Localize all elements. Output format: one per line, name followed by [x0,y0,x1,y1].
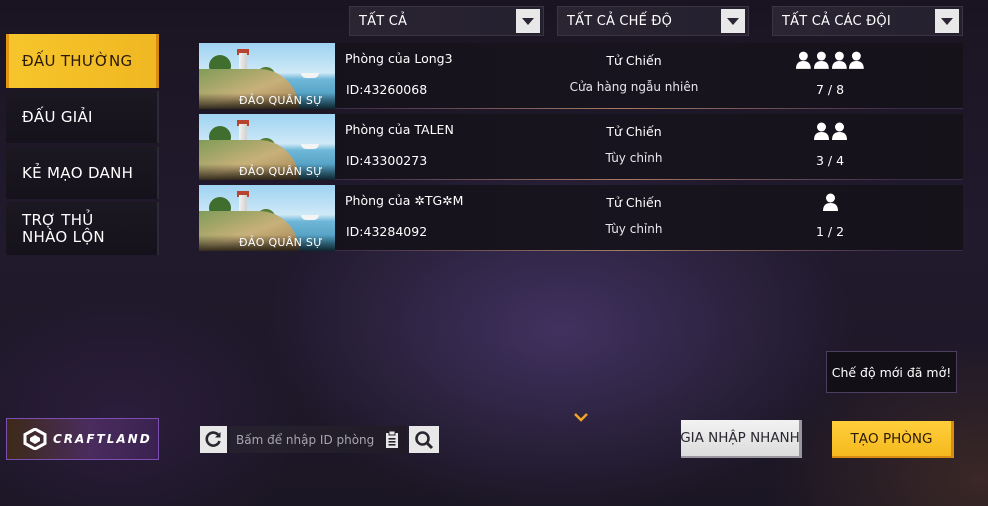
dropdown-arrow-icon[interactable] [721,9,745,33]
search-icon [415,430,434,449]
map-thumbnail: ĐẢO QUÂN SỰ [199,43,335,109]
person-icon [831,122,847,140]
room-setting: Cửa hàng ngẫu nhiên [569,80,699,94]
room-setting: Tùy chỉnh [605,222,663,236]
quick-join-button[interactable]: GIA NHẬP NHANH [680,420,802,458]
filter-all-dropdown[interactable]: TẤT CẢ [349,6,544,36]
sidebar-item-label: TRỢ THỦ NHÀO LỘN [22,210,105,246]
filter-all-label: TẤT CẢ [359,13,408,29]
new-mode-tooltip: Chế độ mới đã mở! [826,351,957,393]
players-icons [795,193,865,213]
search-button[interactable] [409,426,439,453]
chevron-down-icon[interactable] [573,412,589,422]
person-icon [822,193,838,211]
sidebar-item-trick-assistant[interactable]: TRỢ THỦ NHÀO LỘN [6,202,159,255]
room-id: ID:43300273 [346,153,428,168]
room-mode: Tử Chiến [606,195,662,210]
person-icon [831,51,847,69]
room-id-search-field[interactable] [230,426,407,453]
room-row[interactable]: ĐẢO QUÂN SỰ Phòng của TALEN ID:43300273 … [199,114,963,180]
sidebar-item-label: ĐẤU GIẢI [22,107,93,126]
room-setting: Tùy chỉnh [605,151,663,165]
room-id: ID:43260068 [346,82,428,97]
room-id: ID:43284092 [346,224,428,239]
map-name: ĐẢO QUÂN SỰ [199,164,335,180]
room-name: Phòng của Long3 [345,51,453,66]
craftland-button[interactable]: CRAFTLAND [6,418,159,460]
person-icon [813,51,829,69]
player-count: 3 / 4 [815,153,845,168]
filter-teams-dropdown[interactable]: TẤT CẢ CÁC ĐỘI [772,6,963,36]
sidebar-item-label: KẺ MẠO DANH [22,163,134,182]
map-name: ĐẢO QUÂN SỰ [199,93,335,109]
room-row[interactable]: ĐẢO QUÂN SỰ Phòng của Long3 ID:43260068 … [199,43,963,109]
map-name: ĐẢO QUÂN SỰ [199,235,335,251]
sidebar-item-label: ĐẤU THƯỜNG [22,51,133,70]
room-name: Phòng của ✲TG✲M [345,193,464,208]
room-id-input[interactable] [230,432,380,447]
create-room-button[interactable]: TẠO PHÒNG [832,421,954,458]
craftland-label: CRAFTLAND [53,432,152,446]
room-name: Phòng của TALEN [345,122,454,137]
players-icons [795,51,865,71]
player-count: 7 / 8 [815,82,845,97]
sidebar-item-impostor[interactable]: KẺ MẠO DANH [6,147,159,199]
room-mode: Tử Chiến [606,53,662,68]
dropdown-arrow-icon[interactable] [935,9,959,33]
sidebar-item-normal-match[interactable]: ĐẤU THƯỜNG [6,34,159,88]
player-count: 1 / 2 [815,224,845,239]
craftland-logo-icon [23,428,47,450]
refresh-icon [205,431,221,447]
map-thumbnail: ĐẢO QUÂN SỰ [199,185,335,251]
room-row[interactable]: ĐẢO QUÂN SỰ Phòng của ✲TG✲M ID:43284092 … [199,185,963,251]
dropdown-arrow-icon[interactable] [516,9,540,33]
filter-modes-label: TẤT CẢ CHẾ ĐỘ [567,13,673,29]
person-icon [813,122,829,140]
map-thumbnail: ĐẢO QUÂN SỰ [199,114,335,180]
person-icon [795,51,811,69]
players-icons [795,122,865,142]
filter-modes-dropdown[interactable]: TẤT CẢ CHẾ ĐỘ [557,6,749,36]
paste-icon[interactable] [385,430,401,449]
filter-teams-label: TẤT CẢ CÁC ĐỘI [782,13,891,29]
room-mode: Tử Chiến [606,124,662,139]
person-icon [849,51,865,69]
refresh-button[interactable] [200,426,227,453]
sidebar-item-tournament[interactable]: ĐẤU GIẢI [6,91,159,143]
